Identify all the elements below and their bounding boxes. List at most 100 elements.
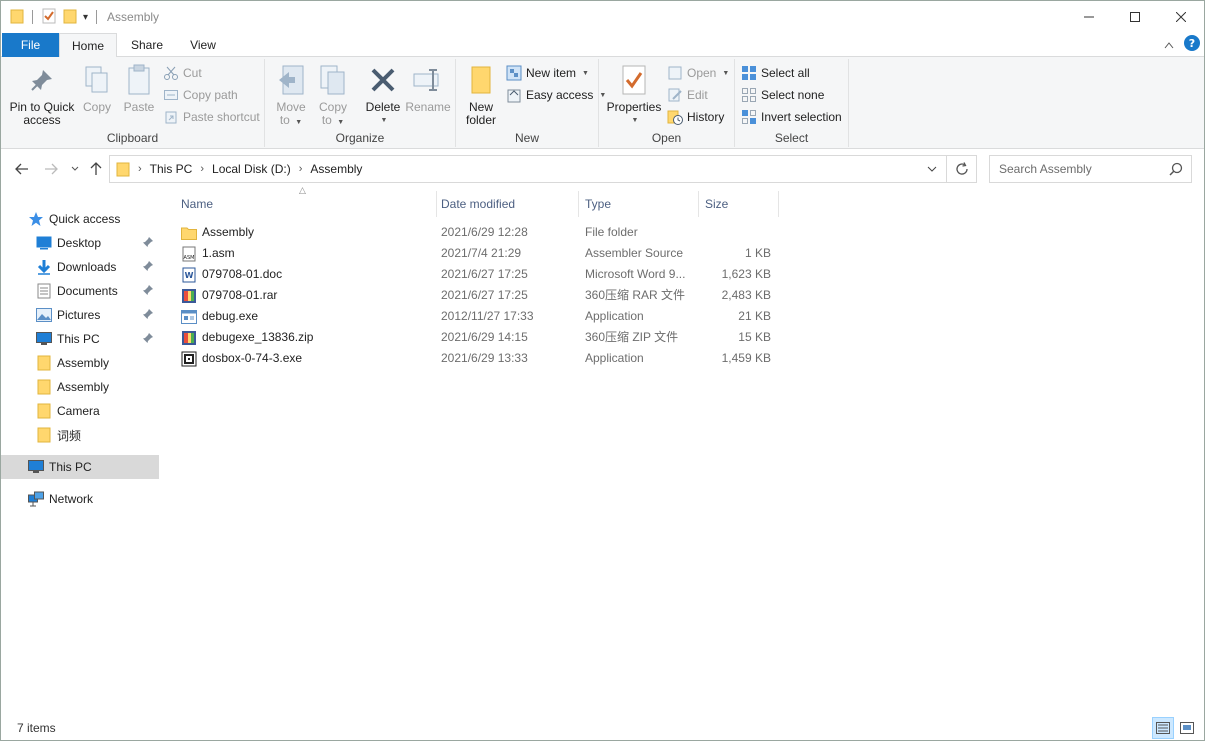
breadcrumb-assembly[interactable]: Assembly <box>310 162 362 176</box>
pin-icon[interactable] <box>143 284 153 298</box>
chevron-right-icon[interactable]: › <box>200 163 204 175</box>
pin-icon[interactable] <box>143 332 153 346</box>
new-item-button[interactable]: New item ▼ <box>506 63 589 83</box>
nav-item-assembly[interactable]: Assembly <box>1 375 159 399</box>
item-count: 7 items <box>17 721 56 735</box>
nav-quick-access[interactable]: Quick access <box>1 207 159 231</box>
clipboard-group-label: Clipboard <box>106 131 159 145</box>
file-list: △ Name Date modified Type Size Assembly … <box>171 185 1201 709</box>
copy-button[interactable]: Copy <box>79 63 115 114</box>
edit-button[interactable]: Edit <box>667 85 708 105</box>
open-icon <box>667 65 683 81</box>
search-input[interactable]: Search Assembly <box>989 155 1192 183</box>
invert-selection-button[interactable]: Invert selection <box>741 107 842 127</box>
collapse-ribbon-icon[interactable] <box>1164 38 1174 52</box>
chevron-right-icon[interactable]: › <box>299 163 303 175</box>
file-date: 2012/11/27 17:33 <box>441 309 534 323</box>
large-icons-view-button[interactable] <box>1176 717 1198 739</box>
nav-item-word-frequency[interactable]: 词频 <box>1 423 159 447</box>
up-arrow-icon[interactable] <box>86 159 106 179</box>
file-date: 2021/7/4 21:29 <box>441 246 522 260</box>
nav-item-assembly[interactable]: Assembly <box>1 351 159 375</box>
tab-file[interactable]: File <box>2 33 59 57</box>
pin-icon[interactable] <box>143 260 153 274</box>
file-name: 1.asm <box>202 246 235 260</box>
rename-label: Rename <box>405 100 451 114</box>
invert-selection-label: Invert selection <box>761 110 842 124</box>
file-row[interactable]: Assembly 2021/6/29 12:28 File folder <box>177 222 777 243</box>
easy-access-button[interactable]: Easy access ▼ <box>506 85 606 105</box>
file-size: 1,459 KB <box>721 351 771 365</box>
address-dropdown-icon[interactable] <box>918 156 946 182</box>
chevron-right-icon[interactable]: › <box>138 163 142 175</box>
nav-item-desktop[interactable]: Desktop <box>1 231 159 255</box>
refresh-icon <box>955 162 968 175</box>
folder-icon <box>36 355 52 371</box>
nav-item-this-pc-pinned[interactable]: This PC <box>1 327 159 351</box>
minimize-button[interactable] <box>1066 1 1112 33</box>
help-icon[interactable]: ? <box>1184 35 1200 54</box>
pin-icon[interactable] <box>143 308 153 322</box>
nav-item-documents[interactable]: Documents <box>1 279 159 303</box>
column-header-size[interactable]: Size <box>699 191 779 217</box>
new-folder-button[interactable]: New folder <box>462 63 500 127</box>
paste-shortcut-button[interactable]: Paste shortcut <box>163 107 260 127</box>
file-row[interactable]: 079708-01.rar 2021/6/27 17:25 360压缩 RAR … <box>177 285 777 306</box>
move-to-button[interactable]: Move to ▼ <box>273 63 309 129</box>
file-name-cell: dosbox-0-74-3.exe <box>181 348 431 369</box>
copy-path-button[interactable]: Copy path <box>163 85 238 105</box>
new-item-icon <box>506 65 522 81</box>
close-button[interactable] <box>1158 1 1204 33</box>
nav-this-pc[interactable]: This PC <box>1 455 159 479</box>
copy-to-button[interactable]: Copy to ▼ <box>315 63 351 129</box>
column-header-name[interactable]: Name <box>175 191 437 217</box>
address-bar[interactable]: › This PC › Local Disk (D:) › Assembly <box>109 155 947 183</box>
file-row[interactable]: debug.exe 2012/11/27 17:33 Application 2… <box>177 306 777 327</box>
folder-icon <box>36 379 52 395</box>
customize-toolbar-icon[interactable]: ▾ <box>83 12 88 23</box>
file-row[interactable]: debugexe_13836.zip 2021/6/29 14:15 360压缩… <box>177 327 777 348</box>
details-view-button[interactable] <box>1152 717 1174 739</box>
file-row[interactable]: W 079708-01.doc 2021/6/27 17:25 Microsof… <box>177 264 777 285</box>
move-to-label-line2: to ▼ <box>279 113 303 127</box>
delete-button[interactable]: Delete ▼ <box>363 63 403 127</box>
file-date: 2021/6/27 17:25 <box>441 267 528 281</box>
open-button[interactable]: Open ▼ <box>667 63 729 83</box>
properties-check-icon[interactable] <box>41 8 57 27</box>
back-arrow-icon[interactable] <box>12 159 32 179</box>
history-button[interactable]: History <box>667 107 724 127</box>
pin-to-quick-access-button[interactable]: Pin to Quick access <box>9 63 75 127</box>
properties-button[interactable]: Properties ▼ <box>607 63 661 127</box>
pictures-icon <box>36 307 52 323</box>
select-none-button[interactable]: Select none <box>741 85 824 105</box>
column-header-date[interactable]: Date modified <box>435 191 579 217</box>
file-type: 360压缩 ZIP 文件 <box>585 330 679 344</box>
file-date: 2021/6/29 13:33 <box>441 351 528 365</box>
forward-arrow-icon[interactable] <box>41 159 61 179</box>
nav-item-pictures[interactable]: Pictures <box>1 303 159 327</box>
paste-button[interactable]: Paste <box>119 63 159 114</box>
tab-share[interactable]: Share <box>119 33 175 57</box>
file-row[interactable]: dosbox-0-74-3.exe 2021/6/29 13:33 Applic… <box>177 348 777 369</box>
copy-to-icon <box>317 63 349 97</box>
pin-icon[interactable] <box>143 236 153 250</box>
breadcrumb-this-pc[interactable]: This PC <box>150 162 193 176</box>
this-pc-icon <box>28 459 44 475</box>
refresh-button[interactable] <box>947 155 977 183</box>
column-header-type[interactable]: Type <box>579 191 699 217</box>
tab-view[interactable]: View <box>177 33 229 57</box>
new-folder-icon[interactable] <box>63 8 77 27</box>
select-all-button[interactable]: Select all <box>741 63 810 83</box>
tab-home[interactable]: Home <box>59 33 117 58</box>
nav-item-camera[interactable]: Camera <box>1 399 159 423</box>
nav-item-downloads[interactable]: Downloads <box>1 255 159 279</box>
breadcrumb-local-disk[interactable]: Local Disk (D:) <box>212 162 291 176</box>
cut-button[interactable]: Cut <box>163 63 202 83</box>
file-name: debugexe_13836.zip <box>202 330 314 344</box>
maximize-button[interactable] <box>1112 1 1158 33</box>
rename-button[interactable]: Rename <box>405 63 451 114</box>
recent-locations-chevron-icon[interactable] <box>65 159 85 179</box>
file-row[interactable]: ASM 1.asm 2021/7/4 21:29 Assembler Sourc… <box>177 243 777 264</box>
search-icon[interactable] <box>1169 162 1183 179</box>
nav-network[interactable]: Network <box>1 487 159 511</box>
